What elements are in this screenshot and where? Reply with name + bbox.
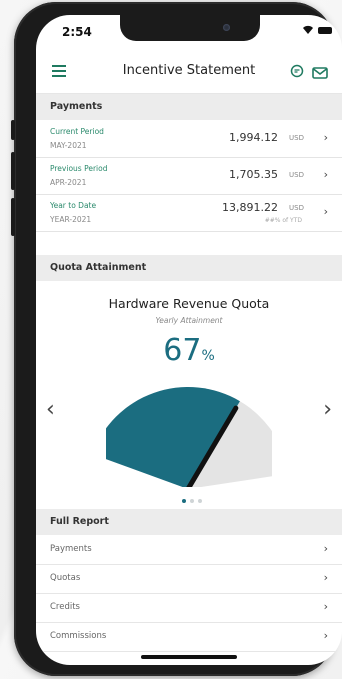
payment-row-currency: USD <box>289 134 304 142</box>
carousel-next-icon[interactable]: › <box>323 397 332 422</box>
chat-icon[interactable] <box>290 63 304 82</box>
payment-row-currency: USD <box>289 171 304 179</box>
quota-section-header: Quota Attainment <box>36 255 342 281</box>
carousel-dots <box>182 488 206 507</box>
chevron-right-icon: › <box>323 629 328 642</box>
payment-row-amount: 13,891.22 <box>222 201 278 214</box>
report-item-label: Commissions <box>50 631 107 641</box>
report-item-payments[interactable]: Payments › <box>36 536 342 565</box>
carousel-dot[interactable] <box>182 499 186 503</box>
payment-row-date: YEAR-2021 <box>50 215 92 224</box>
wifi-icon <box>302 25 314 38</box>
report-item-quotas[interactable]: Quotas › <box>36 565 342 594</box>
report-item-label: Quotas <box>50 573 81 583</box>
quota-percent-sign: % <box>201 348 215 364</box>
quota-subtitle: Yearly Attainment <box>155 316 223 325</box>
phone-screen: 2:54 Incentive Statement Payments Curren… <box>36 15 342 665</box>
report-item-label: Credits <box>50 602 80 612</box>
payment-row-label: Year to Date <box>50 201 97 210</box>
payment-row-currency: USD <box>289 204 304 212</box>
payment-row-date: MAY-2021 <box>50 141 87 150</box>
payment-row-label: Previous Period <box>50 164 108 173</box>
battery-icon <box>318 27 332 34</box>
quota-percent-value: 67 <box>163 333 202 368</box>
carousel-dot[interactable] <box>190 499 194 503</box>
mute-switch <box>11 120 15 140</box>
report-item-label: Payments <box>50 544 92 554</box>
chevron-right-icon: › <box>323 571 328 584</box>
payment-row-ytd-note: ##% of YTD <box>264 217 302 224</box>
home-indicator <box>141 655 237 659</box>
report-item-commissions[interactable]: Commissions › <box>36 623 342 652</box>
payments-section-header: Payments <box>36 94 342 120</box>
carousel-dot[interactable] <box>198 499 202 503</box>
mail-icon[interactable] <box>312 64 328 83</box>
app-header: Incentive Statement <box>36 49 342 94</box>
payment-row-label: Current Period <box>50 127 104 136</box>
carousel-prev-icon[interactable]: ‹ <box>46 397 55 422</box>
report-item-credits[interactable]: Credits › <box>36 594 342 623</box>
quota-percentage: 67% <box>36 333 342 368</box>
front-camera <box>223 24 230 31</box>
payment-row-ytd[interactable]: Year to Date YEAR-2021 13,891.22 USD ##%… <box>36 195 342 232</box>
payment-row-amount: 1,705.35 <box>229 168 278 181</box>
status-time: 2:54 <box>62 25 92 39</box>
chevron-right-icon: › <box>323 542 328 555</box>
chevron-right-icon: › <box>323 168 328 181</box>
chevron-right-icon: › <box>323 600 328 613</box>
quota-gauge <box>106 387 272 487</box>
chevron-right-icon: › <box>323 205 328 218</box>
chevron-right-icon: › <box>323 131 328 144</box>
payment-row-current[interactable]: Current Period MAY-2021 1,994.12 USD › <box>36 121 342 158</box>
payment-row-date: APR-2021 <box>50 178 87 187</box>
full-report-section-header: Full Report <box>36 509 342 535</box>
payment-row-previous[interactable]: Previous Period APR-2021 1,705.35 USD › <box>36 158 342 195</box>
volume-up-button <box>11 152 15 190</box>
quota-title: Hardware Revenue Quota <box>108 296 270 311</box>
payment-row-amount: 1,994.12 <box>229 131 278 144</box>
notch <box>120 15 260 41</box>
volume-down-button <box>11 198 15 236</box>
